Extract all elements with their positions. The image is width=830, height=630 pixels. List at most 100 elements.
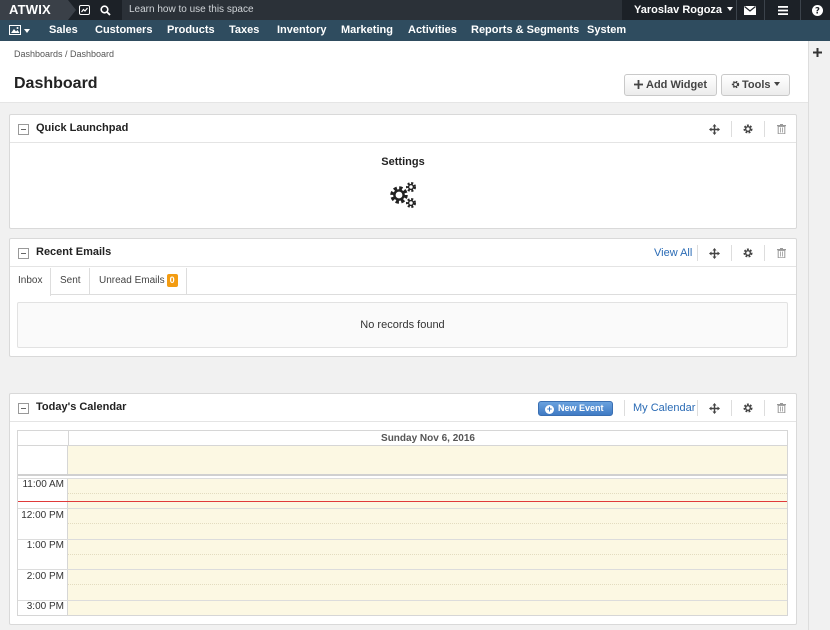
widget-title: Recent Emails [36, 246, 112, 258]
time-slot[interactable] [18, 600, 787, 615]
calendar-all-day-row[interactable] [18, 446, 787, 476]
nav-item-customers[interactable]: Customers [95, 20, 152, 41]
main-content: Dashboards / Dashboard Dashboard Add Wid… [0, 41, 808, 630]
nav-item-marketing[interactable]: Marketing [341, 20, 393, 41]
half-hour-line [68, 523, 787, 524]
user-menu[interactable]: Yaroslav Rogoza [627, 0, 735, 20]
current-time-indicator [18, 501, 787, 502]
add-widget-button[interactable]: Add Widget [624, 74, 717, 96]
user-name: Yaroslav Rogoza [634, 4, 723, 16]
gear-icon[interactable] [741, 401, 755, 415]
menu-icon[interactable] [772, 0, 794, 20]
page-title: Dashboard [14, 75, 98, 92]
widget-header: Today's Calendar + New Event My Calendar [10, 394, 796, 422]
divider [731, 245, 732, 261]
unread-count-badge: 0 [166, 274, 178, 287]
divider [800, 0, 801, 20]
widget-title: Today's Calendar [36, 401, 127, 413]
main-nav: Sales Customers Products Taxes Inventory… [0, 20, 830, 41]
launchpad-item-settings[interactable]: Settings [10, 156, 796, 168]
widget-todays-calendar: Today's Calendar + New Event My Calendar … [9, 393, 797, 625]
time-label: 3:00 PM [26, 601, 64, 612]
divider [764, 245, 765, 261]
dashboard-switcher[interactable] [0, 20, 39, 41]
divider [697, 245, 698, 261]
tab-label: Unread Emails [99, 275, 165, 286]
new-event-label: New Event [558, 403, 604, 413]
tab-label: Sent [60, 275, 81, 286]
tools-button[interactable]: Tools [721, 74, 790, 96]
new-event-button[interactable]: + New Event [538, 401, 613, 416]
widget-header: Recent Emails View All [10, 239, 796, 267]
move-icon[interactable] [707, 122, 721, 136]
email-tabs: Inbox Sent Unread Emails 0 [10, 268, 796, 296]
time-label: 12:00 PM [21, 510, 64, 521]
tab-label: Inbox [18, 275, 43, 286]
divider [764, 400, 765, 416]
time-label: 1:00 PM [26, 540, 64, 551]
divider [731, 400, 732, 416]
image-icon [9, 24, 21, 38]
help-icon[interactable]: ? [806, 0, 828, 20]
nav-item-sales[interactable]: Sales [49, 20, 78, 41]
view-all-link[interactable]: View All [654, 247, 692, 259]
collapse-button[interactable] [18, 248, 29, 259]
plus-icon [634, 79, 646, 91]
divider [624, 400, 625, 416]
nav-item-taxes[interactable]: Taxes [229, 20, 259, 41]
calendar-date-header: Sunday Nov 6, 2016 [68, 431, 787, 446]
widget-recent-emails: Recent Emails View All Inbox Sent Unread… [9, 238, 797, 357]
nav-item-inventory[interactable]: Inventory [277, 20, 327, 41]
divider [731, 121, 732, 137]
top-bar: ATWIX Learn how to use this space Yarosl… [0, 0, 830, 20]
search-icon[interactable] [94, 0, 116, 20]
chart-icon[interactable] [73, 0, 95, 20]
divider [697, 400, 698, 416]
breadcrumb[interactable]: Dashboards / Dashboard [14, 49, 114, 59]
move-icon[interactable] [707, 401, 721, 415]
gear-icon[interactable] [741, 246, 755, 260]
add-widget-label: Add Widget [646, 79, 707, 91]
nav-item-products[interactable]: Products [167, 20, 215, 41]
svg-text:?: ? [815, 6, 820, 15]
chevron-down-icon [24, 28, 30, 33]
chevron-down-icon [727, 7, 734, 11]
calendar-all-day-cell[interactable] [68, 446, 787, 474]
search-input[interactable]: Learn how to use this space [122, 0, 622, 20]
time-label: 2:00 PM [26, 571, 64, 582]
collapse-button[interactable] [18, 124, 29, 135]
gear-icon[interactable] [741, 122, 755, 136]
widget-title: Quick Launchpad [36, 122, 129, 134]
page-header: Dashboards / Dashboard Dashboard Add Wid… [0, 41, 808, 103]
plus-icon: + [545, 404, 554, 414]
nav-item-activities[interactable]: Activities [408, 20, 457, 41]
nav-item-reports-segments[interactable]: Reports & Segments [471, 20, 579, 41]
nav-item-system[interactable]: System [587, 20, 626, 41]
envelope-icon[interactable] [739, 0, 761, 20]
half-hour-line [68, 584, 787, 585]
my-calendar-link[interactable]: My Calendar [633, 402, 695, 414]
half-hour-line [68, 493, 787, 494]
tab-sent[interactable]: Sent [52, 268, 90, 295]
calendar-header: Sunday Nov 6, 2016 [18, 431, 787, 446]
move-icon[interactable] [707, 246, 721, 260]
divider [764, 0, 765, 20]
calendar-time-grid[interactable]: 11:00 AM 12:00 PM 1:00 PM 2:00 PM 3:00 P… [18, 478, 787, 615]
trash-icon[interactable] [774, 122, 788, 136]
empty-state: No records found [17, 302, 788, 348]
tab-inbox[interactable]: Inbox [10, 268, 52, 296]
collapse-button[interactable] [18, 403, 29, 414]
widget-quick-launchpad: Quick Launchpad Settings [9, 114, 797, 229]
divider [736, 0, 737, 20]
half-hour-line [68, 554, 787, 555]
tab-unread-emails[interactable]: Unread Emails 0 [91, 268, 187, 295]
plus-icon[interactable] [813, 45, 822, 60]
tools-label: Tools [742, 79, 771, 91]
trash-icon[interactable] [774, 401, 788, 415]
trash-icon[interactable] [774, 246, 788, 260]
gears-icon[interactable] [388, 181, 418, 209]
app-logo[interactable]: ATWIX [0, 0, 76, 20]
sidebar-right [808, 41, 830, 630]
divider [764, 121, 765, 137]
time-label: 11:00 AM [22, 479, 64, 490]
